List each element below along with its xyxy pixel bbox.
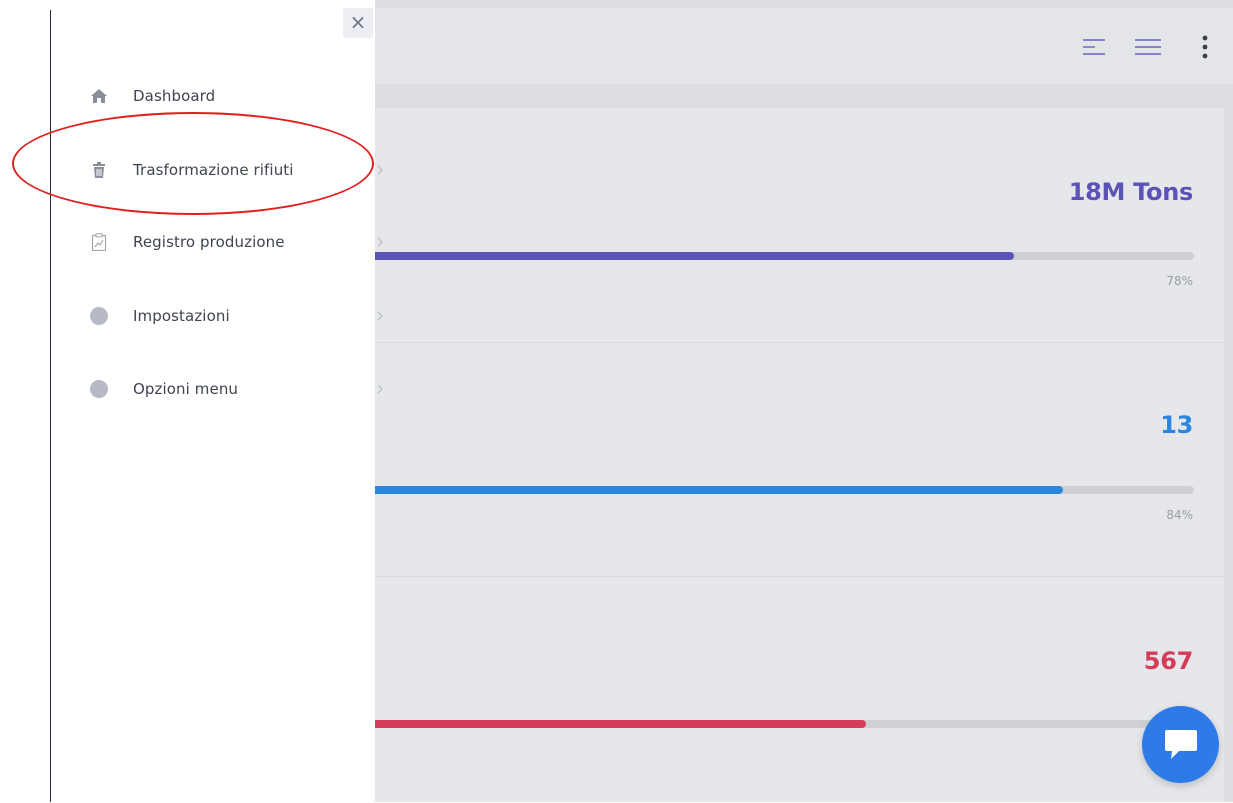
chevron-right-icon — [373, 232, 387, 252]
chevron-right-icon — [373, 160, 387, 180]
kebab-menu-icon[interactable] — [1185, 34, 1225, 60]
sidebar-item-label: Registro produzione — [133, 233, 285, 251]
metrics-card: 18M Tons 78% 13 84% 567 — [375, 108, 1224, 802]
metric-row: 18M Tons 78% — [375, 108, 1224, 342]
metric-row: 567 — [375, 576, 1224, 803]
align-left-icon[interactable] — [1075, 34, 1115, 60]
progress-track — [375, 486, 1194, 494]
main-content: 18M Tons 78% 13 84% 567 — [375, 0, 1233, 802]
trash-icon — [87, 158, 111, 182]
clipboard-chart-icon — [87, 230, 111, 254]
progress-fill — [375, 486, 1063, 494]
dot-icon — [87, 304, 111, 328]
chat-bubble-icon — [1164, 729, 1197, 759]
sidebar-item-label: Trasformazione rifiuti — [133, 161, 294, 179]
sidebar-item-opzioni-menu[interactable]: Opzioni menu — [87, 369, 383, 409]
hamburger-icon[interactable] — [1128, 34, 1168, 60]
metric-value: 13 — [1160, 411, 1193, 439]
metric-value: 567 — [1143, 647, 1194, 675]
sidebar: Dashboard Trasformazione rifiuti Registr… — [51, 0, 383, 802]
chevron-right-icon — [373, 306, 387, 326]
sidebar-item-label: Impostazioni — [133, 307, 230, 325]
sidebar-item-registro-produzione[interactable]: Registro produzione — [87, 222, 383, 262]
sidebar-item-label: Dashboard — [133, 87, 216, 105]
chevron-right-icon — [373, 379, 387, 399]
metric-row: 13 84% — [375, 342, 1224, 577]
chat-button[interactable] — [1142, 706, 1219, 783]
progress-fill — [375, 252, 1014, 260]
sidebar-item-dashboard[interactable]: Dashboard — [87, 76, 367, 116]
sidebar-item-label: Opzioni menu — [133, 380, 239, 398]
progress-track — [375, 252, 1194, 260]
close-sidebar-button[interactable]: × — [343, 8, 373, 38]
sidebar-item-trasformazione-rifiuti[interactable]: Trasformazione rifiuti — [87, 150, 383, 190]
progress-fill — [375, 720, 867, 728]
dot-icon — [87, 377, 111, 401]
sidebar-item-impostazioni[interactable]: Impostazioni — [87, 296, 383, 336]
metric-value: 18M Tons — [1068, 178, 1194, 206]
home-icon — [87, 84, 111, 108]
progress-track — [375, 720, 1194, 728]
top-bar — [375, 8, 1233, 84]
metric-percent: 78% — [1166, 274, 1193, 288]
metric-percent: 84% — [1166, 508, 1193, 522]
